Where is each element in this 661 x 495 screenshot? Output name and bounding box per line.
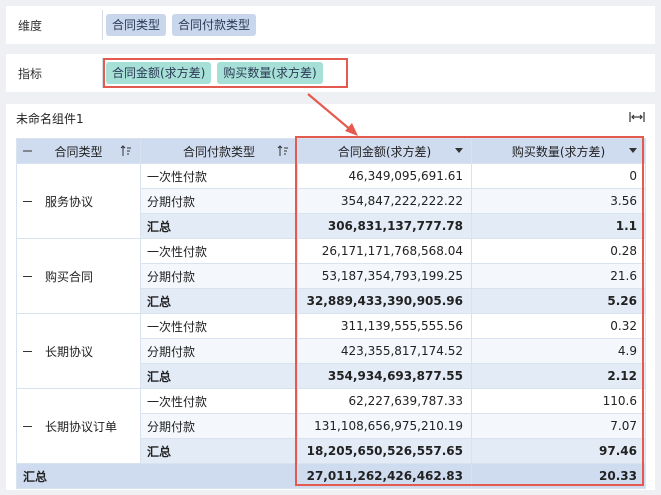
amount-cell: 311,139,555,555.56 bbox=[297, 313, 472, 339]
subtotal-label: 汇总 bbox=[140, 213, 298, 239]
group-label: 服务协议 bbox=[45, 194, 94, 209]
amount-cell: 18,205,650,526,557.65 bbox=[297, 438, 472, 464]
payment-type-cell: 一次性付款 bbox=[140, 163, 298, 189]
amount-cell: 46,349,095,691.61 bbox=[297, 163, 472, 189]
caret-down-icon[interactable] bbox=[455, 148, 463, 154]
qty-cell: 0.28 bbox=[471, 238, 646, 264]
grand-total-label: 汇总 bbox=[16, 463, 298, 489]
collapse-icon[interactable] bbox=[23, 351, 32, 352]
header-label: 合同类型 bbox=[54, 144, 103, 159]
qty-cell: 21.6 bbox=[471, 263, 646, 289]
expand-width-icon[interactable] bbox=[629, 110, 645, 124]
amount-cell: 27,011,262,426,462.83 bbox=[297, 463, 472, 489]
amount-cell: 32,889,433,390,905.96 bbox=[297, 288, 472, 314]
amount-cell: 53,187,354,793,199.25 bbox=[297, 263, 472, 289]
dimension-chips: 合同类型 合同付款类型 bbox=[106, 14, 257, 36]
payment-type-cell: 一次性付款 bbox=[140, 313, 298, 339]
subtotal-label: 汇总 bbox=[140, 438, 298, 464]
metric-chips: 合同金额(求方差) 购买数量(求方差) bbox=[106, 62, 323, 84]
qty-cell: 1.1 bbox=[471, 213, 646, 239]
qty-cell: 110.6 bbox=[471, 388, 646, 414]
qty-cell: 5.26 bbox=[471, 288, 646, 314]
amount-cell: 423,355,817,174.52 bbox=[297, 338, 472, 364]
qty-cell: 20.33 bbox=[471, 463, 646, 489]
qty-cell: 7.07 bbox=[471, 413, 646, 439]
payment-type-cell: 分期付款 bbox=[140, 413, 298, 439]
group-cell[interactable]: 长期协议订单 bbox=[16, 388, 141, 464]
payment-type-cell: 分期付款 bbox=[140, 263, 298, 289]
collapse-icon[interactable] bbox=[23, 276, 32, 277]
caret-down-icon[interactable] bbox=[629, 148, 637, 154]
component-panel: 未命名组件1 合同类型 合同付款类型 合同金额(求方差) 购买数量(求方差) 服… bbox=[6, 104, 655, 490]
qty-cell: 97.46 bbox=[471, 438, 646, 464]
payment-type-cell: 一次性付款 bbox=[140, 388, 298, 414]
table-row: 长期协议订单 一次性付款 62,227,639,787.33 110.6 bbox=[16, 388, 646, 464]
qty-cell: 3.56 bbox=[471, 188, 646, 214]
sort-icon[interactable] bbox=[120, 145, 132, 157]
collapse-icon[interactable] bbox=[23, 150, 32, 152]
header-row: 合同类型 合同付款类型 合同金额(求方差) 购买数量(求方差) bbox=[16, 138, 646, 164]
group-cell[interactable]: 服务协议 bbox=[16, 163, 141, 239]
group-label: 长期协议 bbox=[45, 344, 94, 359]
header-label: 合同金额(求方差) bbox=[337, 144, 432, 159]
table-row: 长期协议 一次性付款 311,139,555,555.56 0.32 bbox=[16, 313, 646, 389]
subtotal-label: 汇总 bbox=[140, 363, 298, 389]
table-row: 服务协议 一次性付款 46,349,095,691.61 0 bbox=[16, 163, 646, 239]
group-cell[interactable]: 长期协议 bbox=[16, 313, 141, 389]
amount-cell: 354,934,693,877.55 bbox=[297, 363, 472, 389]
qty-cell: 0.32 bbox=[471, 313, 646, 339]
group-label: 购买合同 bbox=[45, 269, 94, 284]
component-title[interactable]: 未命名组件1 bbox=[16, 110, 84, 127]
header-label: 合同付款类型 bbox=[182, 144, 255, 159]
collapse-icon[interactable] bbox=[23, 426, 32, 427]
subtotal-label: 汇总 bbox=[140, 288, 298, 314]
header-payment-type[interactable]: 合同付款类型 bbox=[140, 138, 298, 164]
collapse-icon[interactable] bbox=[23, 201, 32, 202]
metric-shelf: 指标 合同金额(求方差) 购买数量(求方差) bbox=[6, 54, 655, 92]
sort-icon[interactable] bbox=[277, 145, 289, 157]
dimension-chip[interactable]: 合同类型 bbox=[106, 14, 167, 36]
group-cell[interactable]: 购买合同 bbox=[16, 238, 141, 314]
metric-chip[interactable]: 购买数量(求方差) bbox=[217, 62, 323, 84]
metric-drop-zone[interactable] bbox=[102, 58, 106, 88]
metric-chip[interactable]: 合同金额(求方差) bbox=[106, 62, 212, 84]
amount-cell: 26,171,171,768,568.04 bbox=[297, 238, 472, 264]
header-label: 购买数量(求方差) bbox=[511, 144, 606, 159]
metric-shelf-label: 指标 bbox=[18, 66, 43, 81]
header-qty-variance[interactable]: 购买数量(求方差) bbox=[471, 138, 646, 164]
header-amount-variance[interactable]: 合同金额(求方差) bbox=[297, 138, 472, 164]
table-row: 购买合同 一次性付款 26,171,171,768,568.04 0.28 bbox=[16, 238, 646, 314]
dimension-drop-zone[interactable] bbox=[102, 10, 106, 40]
amount-cell: 131,108,656,975,210.19 bbox=[297, 413, 472, 439]
qty-cell: 2.12 bbox=[471, 363, 646, 389]
amount-cell: 62,227,639,787.33 bbox=[297, 388, 472, 414]
qty-cell: 4.9 bbox=[471, 338, 646, 364]
header-contract-type[interactable]: 合同类型 bbox=[16, 138, 141, 164]
payment-type-cell: 一次性付款 bbox=[140, 238, 298, 264]
qty-cell: 0 bbox=[471, 163, 646, 189]
pivot-table: 合同类型 合同付款类型 合同金额(求方差) 购买数量(求方差) 服务协议 一次性… bbox=[16, 138, 646, 489]
payment-type-cell: 分期付款 bbox=[140, 338, 298, 364]
dimension-chip[interactable]: 合同付款类型 bbox=[172, 14, 257, 36]
grand-total-row: 汇总 27,011,262,426,462.83 20.33 bbox=[16, 463, 646, 489]
payment-type-cell: 分期付款 bbox=[140, 188, 298, 214]
amount-cell: 354,847,222,222.22 bbox=[297, 188, 472, 214]
dimension-shelf-label: 维度 bbox=[18, 18, 43, 33]
group-label: 长期协议订单 bbox=[45, 419, 118, 434]
dimension-shelf: 维度 合同类型 合同付款类型 bbox=[6, 6, 655, 44]
amount-cell: 306,831,137,777.78 bbox=[297, 213, 472, 239]
